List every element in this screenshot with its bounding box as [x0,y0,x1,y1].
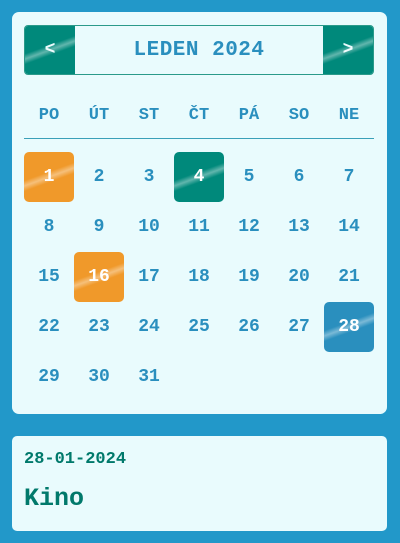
day-cell[interactable]: 26 [224,302,274,352]
weekday-row: PO ÚT ST ČT PÁ SO NE [24,100,374,130]
day-cell[interactable]: 13 [274,202,324,252]
day-cell[interactable]: 17 [124,252,174,302]
event-card: 28-01-2024 Kino [12,436,387,531]
day-cell[interactable]: 9 [74,202,124,252]
day-cell[interactable]: 4 [174,152,224,202]
day-cell[interactable]: 31 [124,352,174,402]
day-cell[interactable]: 7 [324,152,374,202]
event-title: Kino [24,484,85,513]
weekday-label: NE [338,105,360,125]
weekday-label: SO [288,105,310,125]
weekday-label: ČT [188,105,210,125]
day-cell[interactable]: 12 [224,202,274,252]
day-cell[interactable]: 25 [174,302,224,352]
day-cell[interactable]: 10 [124,202,174,252]
day-cell[interactable]: 5 [224,152,274,202]
day-cell[interactable]: 21 [324,252,374,302]
day-cell[interactable]: 24 [124,302,174,352]
day-cell[interactable]: 30 [74,352,124,402]
day-cell[interactable]: 18 [174,252,224,302]
weekday-label: ÚT [88,105,110,125]
weekday-label: PÁ [238,105,260,125]
day-cell[interactable]: 15 [24,252,74,302]
weekday-label: PO [38,105,60,125]
prev-month-button[interactable]: < [25,26,75,74]
day-cell[interactable]: 16 [74,252,124,302]
day-cell[interactable]: 22 [24,302,74,352]
day-cell[interactable]: 29 [24,352,74,402]
day-cell[interactable]: 14 [324,202,374,252]
weekday-divider [24,138,374,139]
day-cell[interactable]: 23 [74,302,124,352]
event-date: 28-01-2024 [24,450,127,469]
weekday-label: ST [138,105,160,125]
day-cell[interactable]: 6 [274,152,324,202]
day-cell[interactable]: 20 [274,252,324,302]
day-cell[interactable]: 11 [174,202,224,252]
day-cell[interactable]: 19 [224,252,274,302]
days-grid: 1 2 3 4 5 6 7 8 9 10 11 12 13 14 15 16 17 18 19 20 21 22 23 24 2… [24,152,374,402]
day-cell[interactable]: 3 [124,152,174,202]
next-month-button[interactable]: > [323,26,373,74]
day-cell[interactable]: 28 [324,302,374,352]
day-cell[interactable]: 2 [74,152,124,202]
day-cell[interactable]: 27 [274,302,324,352]
day-cell[interactable]: 8 [24,202,74,252]
calendar-header: < LEDEN 2024 > [24,25,374,75]
calendar-card: < LEDEN 2024 > PO ÚT ST ČT PÁ SO NE 1234… [12,12,387,414]
month-title: LEDEN 2024 [133,38,265,62]
day-cell[interactable]: 1 [24,152,74,202]
